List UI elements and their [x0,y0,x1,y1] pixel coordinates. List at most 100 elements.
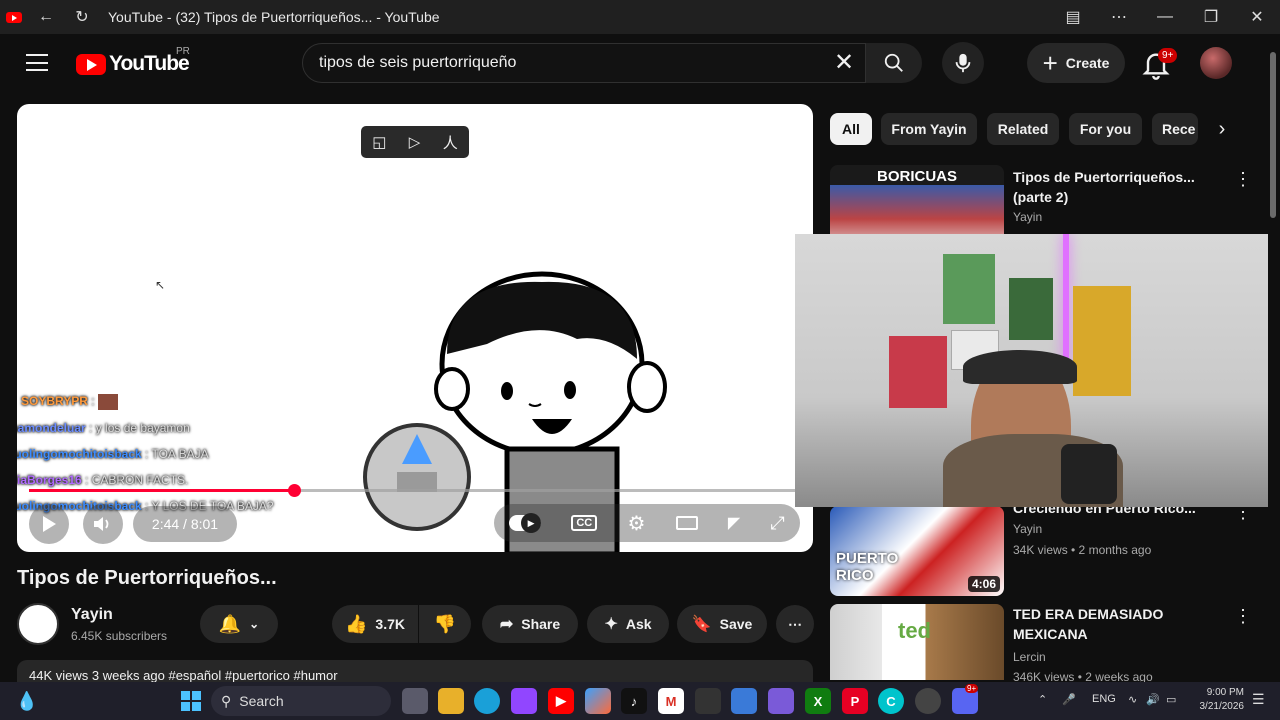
progress-scrubber-handle[interactable] [287,484,301,497]
voice-search-button[interactable] [942,42,984,84]
system-clock[interactable]: 9:00 PM 3/21/2026 [1196,686,1245,714]
share-button[interactable]: ➦ Share [482,605,578,643]
description-preview: 44K views 3 weeks ago #español #puertori… [29,668,338,682]
capcut-icon[interactable] [695,688,721,714]
chip-recent[interactable]: Rece [1152,113,1198,145]
ask-label: Ask [625,616,652,632]
xbox-icon[interactable]: X [805,688,831,714]
chip-for-you[interactable]: For you [1069,113,1142,145]
chevron-right-icon[interactable]: › [1206,113,1238,145]
start-button[interactable] [178,688,204,714]
notification-badge: 9+ [1158,48,1178,63]
notification-center-icon[interactable]: ☰ [1252,691,1265,708]
taskbar-search[interactable]: ⚲ Search [211,686,391,716]
twitch-icon[interactable] [511,688,537,714]
app-icon[interactable] [768,688,794,714]
thumbnail-text: BORICUAS [876,168,957,185]
recommended-video[interactable]: PUERTO RICO 4:06 Creciendo en Puerto Ric… [830,496,1260,596]
tiktok-icon[interactable]: ♪ [621,688,647,714]
more-vertical-icon[interactable]: ⋮ [1234,606,1252,627]
search-value: tipos de seis puertorriqueño [319,54,517,71]
chat-username: duolingomochitoisback [17,447,142,461]
gmail-icon[interactable]: M [658,688,684,714]
channel-name[interactable]: Yayin [71,606,113,624]
more-icon[interactable]: ⋯ [1096,0,1142,34]
ask-button[interactable]: ✦ Ask [587,605,669,643]
chip-all[interactable]: All [830,113,872,145]
back-icon[interactable]: ← [28,0,64,34]
video-player[interactable]: ◱ ▷ 人 ↖ SOYBRYPR : mamondeluar : y los d… [17,104,813,552]
share-label: Share [521,616,561,632]
language-indicator[interactable]: ENG [1092,693,1116,705]
copilot-icon[interactable] [585,688,611,714]
like-button[interactable]: 👍 3.7K [332,605,418,643]
app-available-icon[interactable]: ▤ [1050,0,1096,34]
create-button[interactable]: + Create [1027,43,1125,83]
play-button[interactable] [29,504,69,544]
more-vertical-icon[interactable]: ⋮ [1234,169,1252,190]
dislike-button[interactable]: 👎 [419,605,471,643]
video-thumbnail[interactable]: ted [830,604,1004,680]
menu-icon[interactable] [26,54,48,71]
wifi-icon[interactable]: ∿ [1128,693,1137,706]
refresh-icon[interactable]: ↻ [64,0,100,34]
edge-browser-icon[interactable] [474,688,500,714]
microphone-tray-icon[interactable]: 🎤 [1062,693,1076,706]
save-button[interactable]: 🔖 Save [677,605,767,643]
youtube-app-icon[interactable]: ▶ [548,688,574,714]
bookmark-icon: 🔖 [691,616,712,633]
pinterest-icon[interactable]: P [842,688,868,714]
canva-icon[interactable]: C [878,688,904,714]
microsoft-store-icon[interactable] [731,688,757,714]
youtube-logo[interactable]: YouTube PR [76,46,190,76]
close-icon[interactable]: ✕ [1234,0,1280,34]
chat-text: : TOA BAJA [145,447,209,461]
file-explorer-icon[interactable] [438,688,464,714]
settings-gear-icon[interactable]: ⚙ [627,511,645,536]
translate-icon[interactable]: 人 [443,132,458,153]
more-actions-button[interactable]: ⋯ [776,605,814,643]
browser-tab-title: YouTube - (32) Tipos de Puertorriqueños.… [108,9,440,25]
minimize-icon[interactable]: — [1142,0,1188,34]
battery-icon[interactable]: ▭ [1166,693,1176,706]
video-thumbnail[interactable]: PUERTO RICO 4:06 [830,506,1004,596]
autoplay-overlay-icon[interactable]: ▷ [409,133,421,151]
recommended-channel: Yayin [1013,210,1043,224]
account-avatar[interactable] [1200,47,1232,79]
volume-button[interactable] [83,504,123,544]
clear-search-icon[interactable]: ✕ [826,44,862,80]
search-input[interactable]: tipos de seis puertorriqueño [302,43,866,83]
scrollbar-thumb[interactable] [1270,52,1276,218]
widgets-icon[interactable]: 💧 [14,688,40,714]
youtube-header: YouTube PR tipos de seis puertorriqueño … [0,34,1280,92]
sparkle-icon: ✦ [604,616,618,633]
channel-avatar[interactable] [17,603,59,645]
task-view-icon[interactable] [402,688,428,714]
theater-mode-icon[interactable] [675,516,698,530]
cast-icon[interactable]: ◤ [728,513,740,533]
create-label: Create [1065,55,1110,71]
search-icon: ⚲ [221,692,232,709]
youtube-favicon-icon [6,11,22,23]
search-button[interactable] [866,43,922,83]
mouse-cursor-icon: ↖ [155,278,166,292]
region-code: PR [176,46,190,57]
thumbnail-text: PUERTO RICO [836,550,899,584]
chip-related[interactable]: Related [987,113,1059,145]
wall-poster [889,336,947,408]
recommended-meta: 34K views • 2 months ago [1013,543,1152,557]
picture-in-picture-icon[interactable]: ◱ [372,133,386,151]
clock-time: 9:00 PM [1206,687,1244,698]
fullscreen-icon[interactable]: ⤢ [770,513,784,534]
restore-icon[interactable]: ❐ [1188,0,1234,34]
autoplay-toggle[interactable]: ▶ [509,513,542,533]
obs-icon[interactable] [915,688,941,714]
speaker-icon[interactable]: 🔊 [1146,693,1160,706]
description-box[interactable]: 44K views 3 weeks ago #español #puertori… [17,660,813,682]
chevron-up-icon[interactable]: ⌃ [1038,693,1047,706]
recommended-video[interactable]: ted TED ERA DEMASIADO MEXICANA Lercin 34… [830,604,1260,684]
subscription-bell-button[interactable]: 🔔 ⌄ [200,605,278,643]
captions-button[interactable]: CC [571,515,598,531]
discord-badge: 9+ [965,684,979,693]
chip-from-yayin[interactable]: From Yayin [881,113,977,145]
